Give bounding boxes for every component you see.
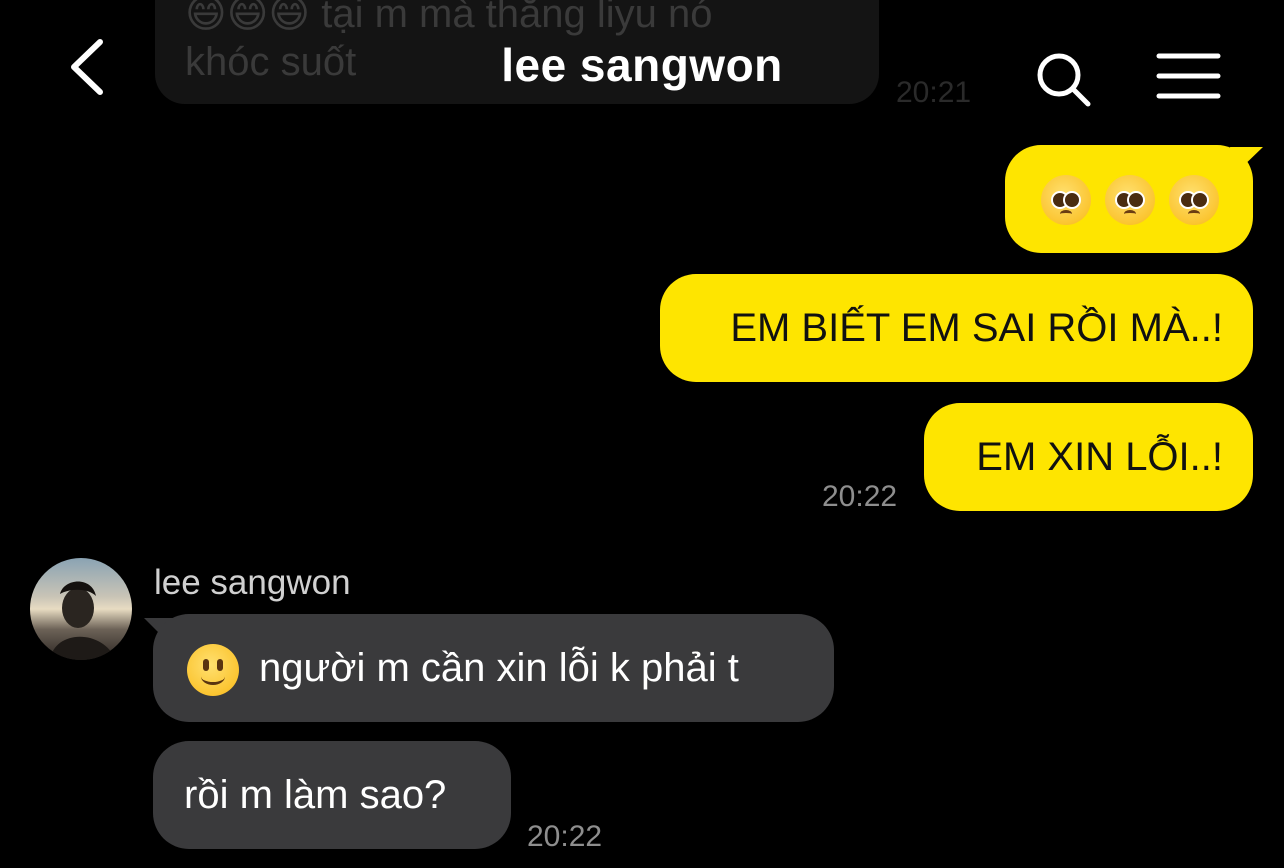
slightly-smiling-face-emoji	[187, 644, 239, 696]
avatar-photo	[50, 581, 116, 660]
outgoing-timestamp: 20:22	[822, 480, 898, 513]
outgoing-emoji-bubble[interactable]	[1005, 145, 1253, 253]
outgoing-message-text: EM XIN LỖI..!	[976, 435, 1223, 479]
outgoing-message-bubble[interactable]: EM BIẾT EM SAI RỒI MÀ..!	[660, 274, 1253, 382]
search-icon	[1037, 53, 1091, 107]
pleading-face-emoji	[1169, 175, 1219, 225]
outgoing-message-text: EM BIẾT EM SAI RỒI MÀ..!	[730, 306, 1223, 350]
menu-button[interactable]	[1154, 48, 1224, 104]
avatar[interactable]	[30, 558, 132, 660]
pleading-face-emoji	[1041, 175, 1091, 225]
incoming-message-text: người m cần xin lỗi k phải t	[259, 646, 739, 690]
incoming-message-bubble[interactable]: rồi m làm sao?	[153, 741, 511, 849]
search-button[interactable]	[1030, 46, 1096, 112]
outgoing-message-bubble[interactable]: EM XIN LỖI..!	[924, 403, 1253, 511]
hamburger-menu-icon	[1156, 53, 1221, 99]
sender-name: lee sangwon	[154, 563, 351, 602]
incoming-timestamp: 20:22	[527, 820, 603, 853]
incoming-message-bubble[interactable]: người m cần xin lỗi k phải t	[153, 614, 834, 722]
emoji-group	[1041, 175, 1219, 225]
previous-message-line-1: 😄😄😄 tại m mà thằng liyu nó	[185, 0, 713, 36]
incoming-message-text: rồi m làm sao?	[184, 773, 447, 817]
pleading-face-emoji	[1105, 175, 1155, 225]
